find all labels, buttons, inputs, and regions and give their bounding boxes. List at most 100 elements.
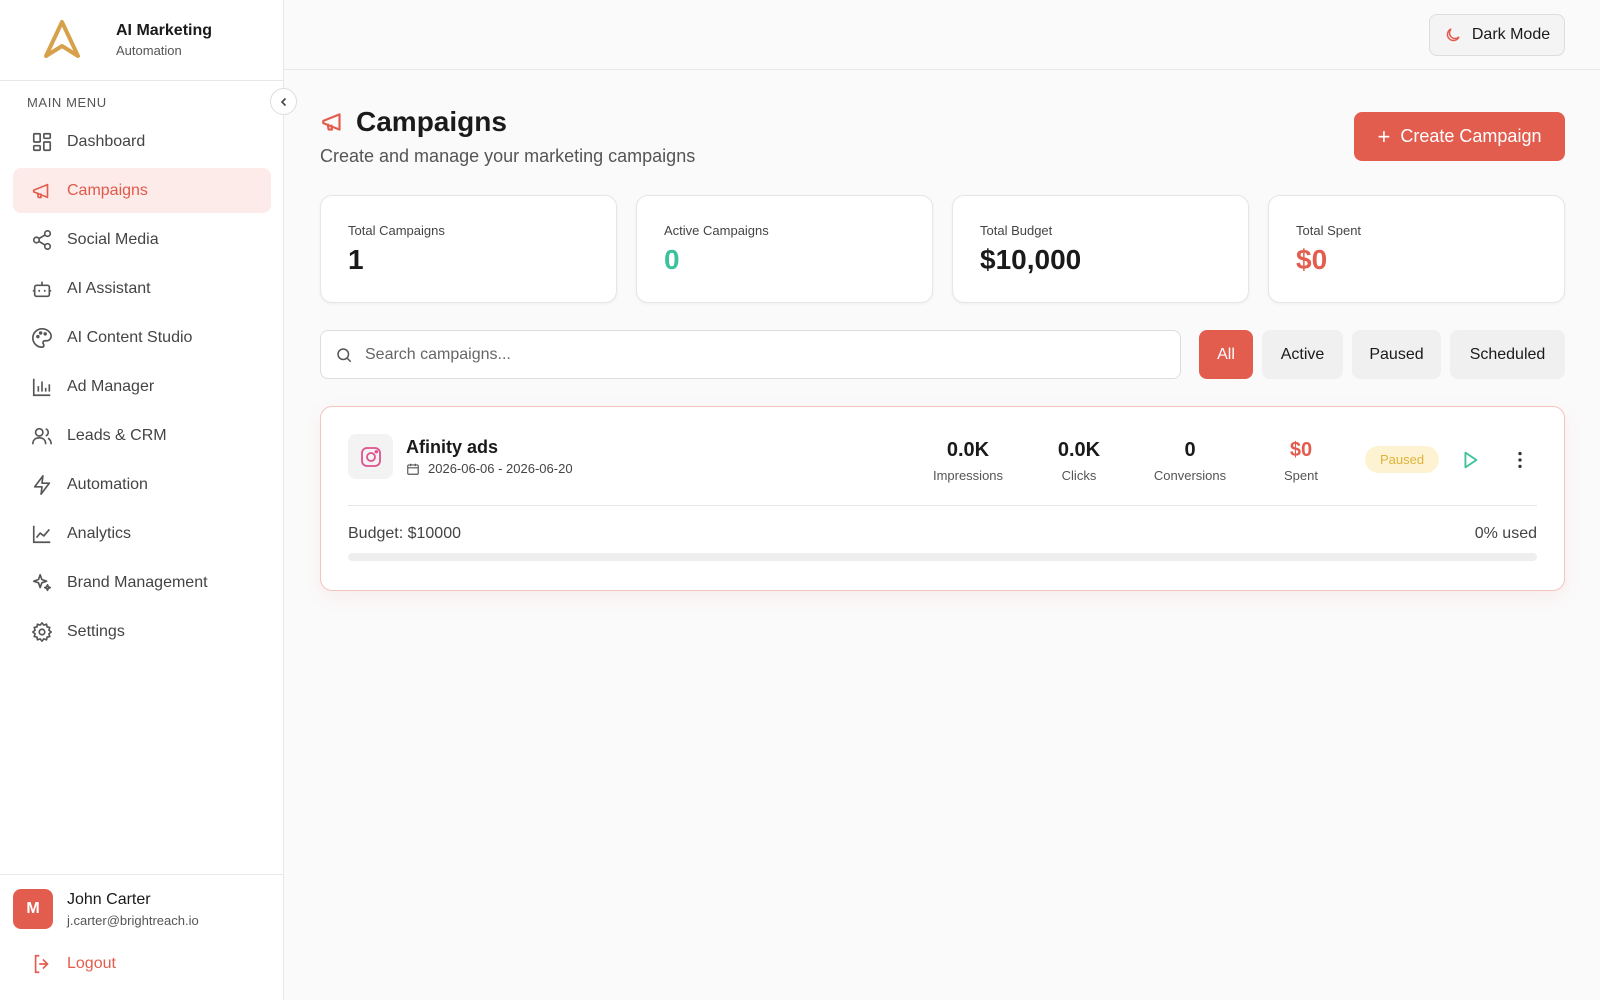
- budget-used-text: 0% used: [1474, 525, 1537, 542]
- metric-label: Clicks: [1061, 468, 1097, 483]
- sidebar-item-label: AI Assistant: [67, 279, 151, 297]
- sidebar-item-label: Brand Management: [67, 573, 208, 591]
- sidebar-item-analytics[interactable]: Analytics: [13, 511, 271, 556]
- metric-label: Impressions: [932, 468, 1004, 483]
- filter-scheduled[interactable]: Scheduled: [1450, 330, 1565, 379]
- search-box: [320, 330, 1181, 379]
- sidebar-item-dashboard[interactable]: Dashboard: [13, 119, 271, 164]
- moon-icon: [1446, 28, 1460, 42]
- dark-mode-label: Dark Mode: [1471, 26, 1551, 43]
- stat-label: Total Campaigns: [348, 223, 445, 238]
- create-campaign-button[interactable]: + Create Campaign: [1354, 112, 1565, 161]
- stat-value: 0: [664, 244, 680, 275]
- metric-label: Spent: [1284, 468, 1318, 483]
- megaphone-icon: [322, 113, 341, 131]
- bar-chart-icon: [32, 378, 51, 396]
- sidebar-item-campaigns[interactable]: Campaigns: [13, 168, 271, 213]
- triangle-logo-icon: [44, 20, 80, 58]
- card-divider: [348, 505, 1537, 506]
- filter-paused[interactable]: Paused: [1352, 330, 1441, 379]
- sidebar-item-ai-content-studio[interactable]: AI Content Studio: [13, 315, 271, 360]
- logout-label: Logout: [67, 955, 116, 972]
- sidebar-item-label: AI Content Studio: [67, 328, 193, 346]
- metric-value: 0: [1184, 439, 1196, 461]
- sidebar-item-label: Settings: [67, 622, 125, 640]
- line-chart-icon: [32, 525, 51, 543]
- metric-clicks: 0.0K Clicks: [1024, 439, 1134, 483]
- user-email: j.carter@brightreach.io: [67, 913, 199, 928]
- user-name: John Carter: [67, 891, 151, 908]
- sidebar: AI Marketing Automation MAIN MENU Dashbo…: [0, 0, 284, 1000]
- palette-icon: [32, 327, 52, 348]
- sidebar-item-automation[interactable]: Automation: [13, 462, 271, 507]
- share-icon: [32, 229, 52, 250]
- collapse-sidebar-button[interactable]: [270, 88, 297, 115]
- logout-button[interactable]: Logout: [31, 953, 116, 975]
- sidebar-item-leads-crm[interactable]: Leads & CRM: [13, 413, 271, 458]
- campaign-card[interactable]: Afinity ads 2026-06-06 - 2026-06-20 0.0K…: [320, 406, 1565, 591]
- top-bar: Dark Mode: [284, 0, 1600, 70]
- stat-label: Total Spent: [1296, 223, 1362, 238]
- avatar[interactable]: M: [13, 889, 53, 929]
- filter-active[interactable]: Active: [1262, 330, 1343, 379]
- user-profile: M John Carter j.carter@brightreach.io Lo…: [0, 874, 283, 1000]
- sidebar-item-label: Dashboard: [67, 132, 146, 150]
- main-menu-label: MAIN MENU: [27, 95, 107, 110]
- budget-text: Budget: $10000: [348, 525, 461, 542]
- sidebar-item-label: Campaigns: [67, 181, 148, 199]
- platform-badge: [348, 434, 393, 479]
- sidebar-item-ai-assistant[interactable]: AI Assistant: [13, 266, 271, 311]
- chevron-left-icon: [280, 97, 286, 106]
- sidebar-item-label: Automation: [67, 475, 148, 493]
- brand-subtitle: Automation: [116, 43, 182, 58]
- sidebar-item-label: Social Media: [67, 230, 159, 248]
- metric-spent: $0 Spent: [1246, 439, 1356, 483]
- stat-label: Active Campaigns: [664, 223, 769, 238]
- bot-icon: [32, 281, 52, 297]
- metric-label: Conversions: [1153, 468, 1227, 483]
- lightning-icon: [33, 474, 51, 495]
- logout-icon: [34, 954, 49, 974]
- stat-value: $10,000: [980, 244, 1082, 275]
- sidebar-item-settings[interactable]: Settings: [13, 609, 271, 654]
- page-subtitle: Create and manage your marketing campaig…: [320, 146, 696, 166]
- more-options-icon[interactable]: [1509, 449, 1531, 471]
- stat-card-total-spent: Total Spent $0: [1268, 195, 1565, 303]
- search-input[interactable]: [365, 345, 1145, 364]
- dashboard-icon: [32, 132, 52, 151]
- gear-icon: [32, 621, 52, 642]
- sidebar-item-label: Leads & CRM: [67, 426, 167, 444]
- page-title: Campaigns: [320, 106, 695, 138]
- campaign-dates-text: 2026-06-06 - 2026-06-20: [428, 461, 573, 476]
- users-icon: [32, 427, 52, 444]
- brand-title: AI Marketing: [116, 22, 213, 39]
- metric-value: 0.0K: [1057, 439, 1101, 461]
- sidebar-item-label: Analytics: [67, 524, 132, 542]
- metric-value: $0: [1289, 439, 1313, 461]
- instagram-icon: [360, 446, 381, 467]
- page-title-text: Campaigns: [356, 106, 507, 137]
- metric-value: 0.0K: [946, 439, 990, 461]
- filter-all[interactable]: All: [1199, 330, 1253, 379]
- play-icon[interactable]: [1459, 449, 1481, 471]
- metric-impressions: 0.0K Impressions: [913, 439, 1023, 483]
- page-header: Campaigns Create and manage your marketi…: [320, 106, 695, 167]
- stat-value: 1: [348, 244, 364, 275]
- stat-card-total-campaigns: Total Campaigns 1: [320, 195, 617, 303]
- search-icon: [337, 347, 352, 362]
- sidebar-item-ad-manager[interactable]: Ad Manager: [13, 364, 271, 409]
- dark-mode-toggle[interactable]: Dark Mode: [1429, 14, 1565, 56]
- status-badge: Paused: [1365, 446, 1439, 473]
- stat-card-active-campaigns: Active Campaigns 0: [636, 195, 933, 303]
- filter-row: All Active Paused Scheduled: [320, 330, 1565, 379]
- brand-header: AI Marketing Automation: [0, 0, 283, 81]
- stats-row: Total Campaigns 1 Active Campaigns 0 Tot…: [320, 195, 1565, 303]
- sidebar-item-label: Ad Manager: [67, 377, 155, 395]
- campaign-dates: 2026-06-06 - 2026-06-20: [406, 461, 573, 476]
- sidebar-item-brand-management[interactable]: Brand Management: [13, 560, 271, 605]
- sidebar-nav: Dashboard Campaigns Social Media AI Assi…: [13, 119, 271, 658]
- create-campaign-label: Create Campaign: [1400, 126, 1542, 146]
- calendar-icon: [407, 463, 419, 475]
- metric-conversions: 0 Conversions: [1135, 439, 1245, 483]
- sidebar-item-social-media[interactable]: Social Media: [13, 217, 271, 262]
